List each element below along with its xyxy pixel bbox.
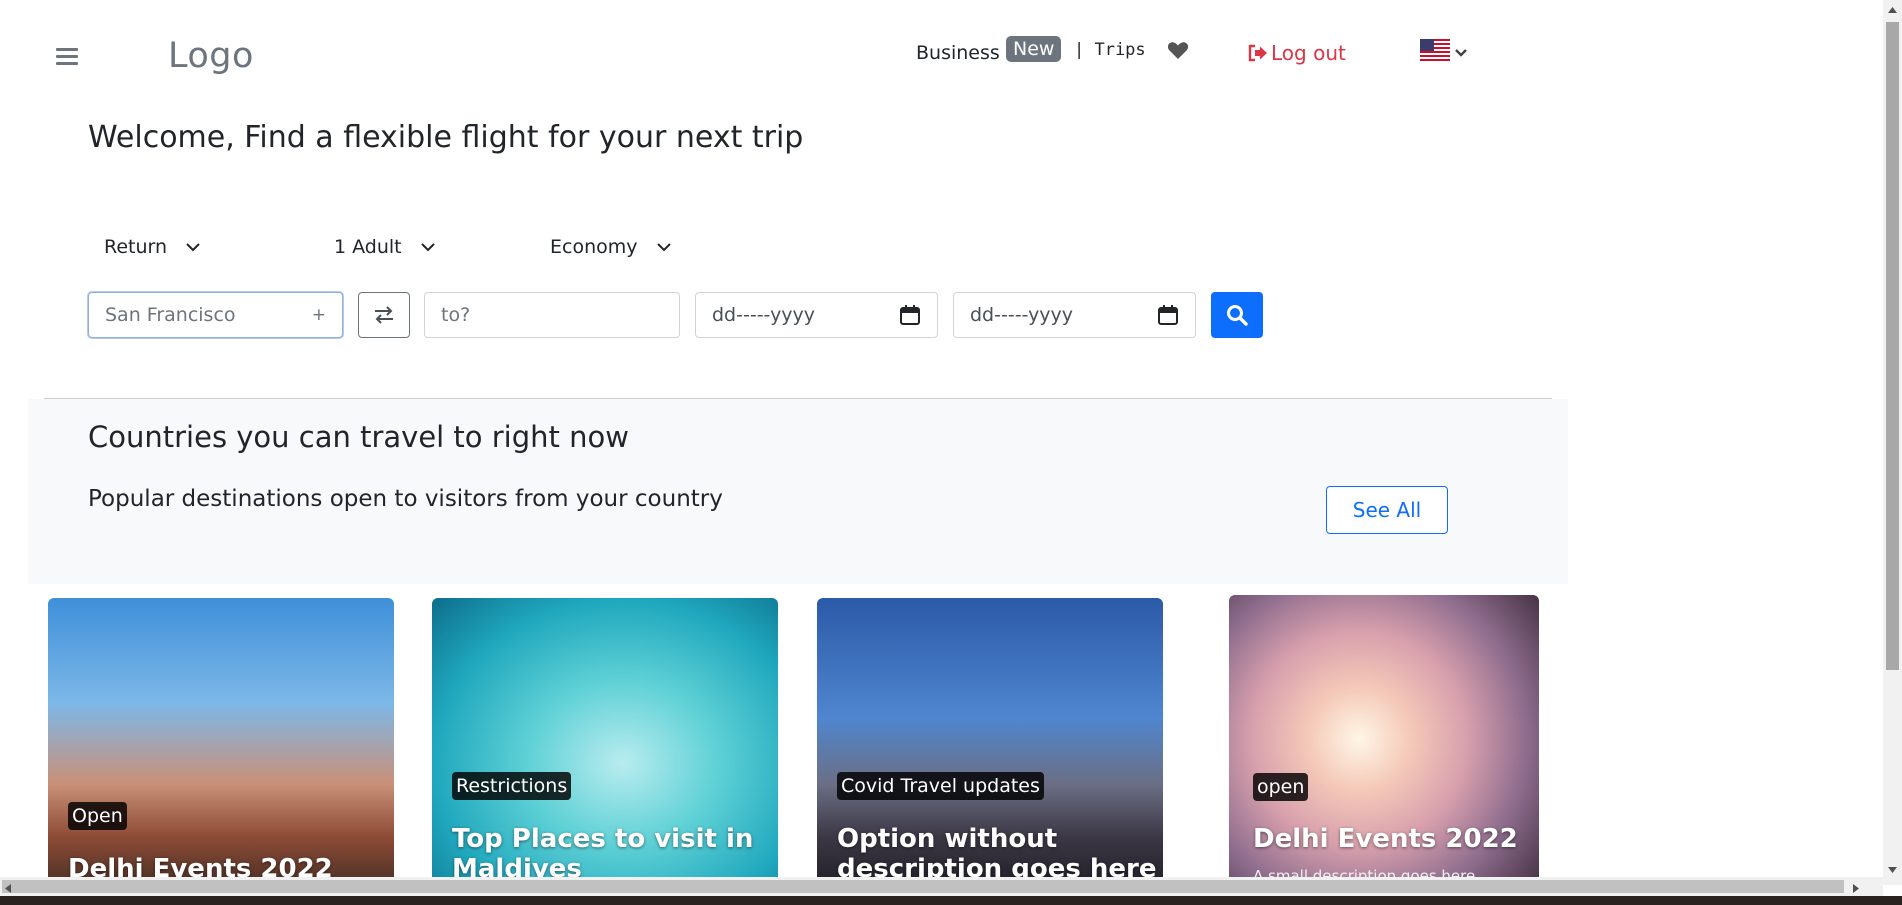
destination-card[interactable]: Open Delhi Events 2022 xyxy=(48,598,394,898)
card-title: Delhi Events 2022 xyxy=(1253,824,1518,854)
scroll-left-arrow-icon[interactable] xyxy=(2,880,14,893)
logout-label: Log out xyxy=(1271,41,1346,65)
from-input[interactable]: San Francisco + xyxy=(88,292,343,338)
card-badge: Restrictions xyxy=(452,772,572,800)
search-button[interactable] xyxy=(1211,292,1263,338)
depart-date-input[interactable]: dd-----yyyy xyxy=(695,292,938,338)
language-chevron-down-icon[interactable] xyxy=(1454,44,1468,57)
passengers-value: 1 Adult xyxy=(334,236,402,258)
horizontal-scrollbar-thumb[interactable] xyxy=(2,880,1844,893)
from-value: San Francisco xyxy=(105,304,236,326)
page-title: Welcome, Find a flexible flight for your… xyxy=(88,120,804,155)
scroll-right-arrow-icon[interactable] xyxy=(1850,880,1862,893)
passengers-select[interactable]: 1 Adult xyxy=(334,236,436,258)
see-all-button[interactable]: See All xyxy=(1326,486,1448,534)
search-icon xyxy=(1227,305,1248,326)
cabin-class-select[interactable]: Economy xyxy=(550,236,672,258)
nav-business-link[interactable]: Business xyxy=(916,42,1000,64)
us-flag-icon[interactable] xyxy=(1420,39,1450,61)
sign-out-icon xyxy=(1248,44,1267,62)
return-date-value: dd-----yyyy xyxy=(970,304,1074,326)
card-badge: Covid Travel updates xyxy=(837,772,1044,800)
chevron-down-icon xyxy=(420,243,435,252)
section-subtitle: Popular destinations open to visitors fr… xyxy=(88,486,723,512)
heart-icon[interactable] xyxy=(1166,38,1190,62)
trip-type-select[interactable]: Return xyxy=(104,236,201,258)
section-title: Countries you can travel to right now xyxy=(88,420,629,454)
scroll-up-arrow-icon[interactable] xyxy=(1886,2,1899,16)
depart-date-value: dd-----yyyy xyxy=(712,304,816,326)
card-title: Top Places to visit in Maldives xyxy=(452,824,754,884)
card-badge: open xyxy=(1253,773,1309,801)
chevron-down-icon xyxy=(656,243,671,252)
swap-button[interactable] xyxy=(358,292,410,338)
destination-card[interactable]: Restrictions Top Places to visit in Mald… xyxy=(432,598,778,898)
destination-card[interactable]: Covid Travel updates Option without desc… xyxy=(817,598,1163,898)
destination-card[interactable]: open Delhi Events 2022 A small descripti… xyxy=(1229,595,1539,895)
nav-trips-link[interactable]: | Trips xyxy=(1074,40,1146,60)
to-placeholder: to? xyxy=(441,304,471,326)
page-bottom-strip xyxy=(0,896,1902,905)
hamburger-menu-icon[interactable] xyxy=(56,48,78,66)
to-input[interactable]: to? xyxy=(424,292,680,338)
trip-type-value: Return xyxy=(104,236,168,258)
chevron-down-icon xyxy=(186,243,200,252)
calendar-icon[interactable] xyxy=(1157,304,1179,326)
vertical-scrollbar-thumb[interactable] xyxy=(1886,22,1899,670)
add-origin-icon[interactable]: + xyxy=(312,305,326,325)
new-badge: New xyxy=(1006,36,1062,62)
logo[interactable]: Logo xyxy=(168,36,254,76)
calendar-icon[interactable] xyxy=(899,304,921,326)
card-title: Option without description goes here xyxy=(837,824,1157,884)
cabin-class-value: Economy xyxy=(550,236,638,258)
logout-button[interactable]: Log out xyxy=(1248,41,1346,65)
return-date-input[interactable]: dd-----yyyy xyxy=(953,292,1196,338)
scroll-down-arrow-icon[interactable] xyxy=(1886,862,1899,876)
swap-arrows-icon xyxy=(375,306,393,324)
card-badge: Open xyxy=(68,802,127,830)
